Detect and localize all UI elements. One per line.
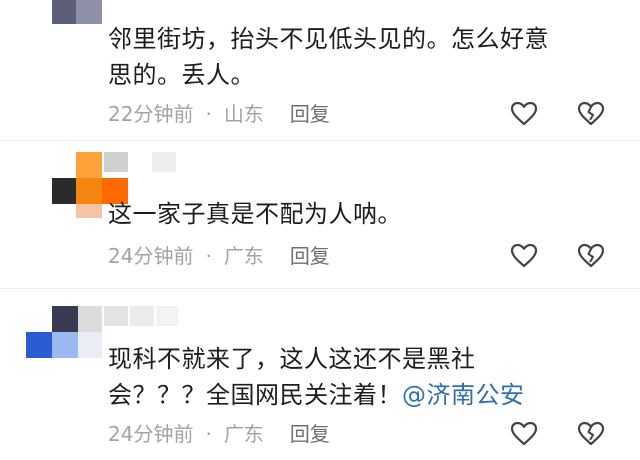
comment-meta: 24分钟前 · 广东 回复 (108, 242, 330, 270)
mention-link[interactable]: @济南公安 (402, 381, 525, 409)
avatar[interactable] (26, 0, 102, 40)
comment-time: 24分钟前 (108, 422, 194, 446)
comment-location: 广东 (223, 422, 264, 446)
comment-text-line: 邻里街坊，抬头不见低头见的。怎么好意 (108, 25, 549, 53)
comment-list: 邻里街坊，抬头不见低头见的。怎么好意 思的。丢人。 22分钟前 · 山东 回复 这 (0, 0, 640, 460)
comment-item: 这一家子真是不配为人呐。 24分钟前 · 广东 回复 (0, 140, 640, 280)
broken-heart-icon[interactable] (576, 420, 606, 448)
comment-location: 山东 (223, 102, 264, 126)
comment-location: 广东 (223, 244, 264, 268)
comment-text-line: 这一家子真是不配为人呐。 (108, 200, 402, 228)
separator-dot: · (205, 102, 212, 126)
comment-text-segment: 会？？？全国网民关注着！ (108, 381, 402, 409)
reply-button[interactable]: 回复 (290, 242, 330, 270)
comment-meta: 22分钟前 · 山东 回复 (108, 100, 330, 128)
separator-dot: · (205, 422, 212, 446)
heart-outline-icon[interactable] (509, 420, 539, 448)
comment-item: 现科不就来了，这人这还不是黑社 会？？？全国网民关注着！@济南公安 24分钟前 ·… (0, 288, 640, 460)
reply-button[interactable]: 回复 (290, 420, 330, 448)
comment-text-line: 思的。丢人。 (108, 61, 255, 89)
heart-outline-icon[interactable] (509, 100, 539, 128)
heart-outline-icon[interactable] (509, 242, 539, 270)
broken-heart-icon[interactable] (576, 242, 606, 270)
reply-button[interactable]: 回复 (290, 100, 330, 128)
comment-text: 邻里街坊，抬头不见低头见的。怎么好意 思的。丢人。 (108, 21, 608, 93)
comment-text-line: 会？？？全国网民关注着！@济南公安 (108, 377, 608, 413)
avatar[interactable] (26, 306, 102, 364)
comment-time: 22分钟前 (108, 102, 194, 126)
comment-text: 这一家子真是不配为人呐。 (108, 196, 608, 232)
avatar[interactable] (26, 152, 128, 218)
comment-text-line: 现科不就来了，这人这还不是黑社 (108, 345, 476, 373)
broken-heart-icon[interactable] (576, 100, 606, 128)
comment-time: 24分钟前 (108, 244, 194, 268)
comment-item: 邻里街坊，抬头不见低头见的。怎么好意 思的。丢人。 22分钟前 · 山东 回复 (0, 0, 640, 140)
separator-dot: · (205, 244, 212, 268)
comment-meta: 24分钟前 · 广东 回复 (108, 420, 330, 448)
comment-text: 现科不就来了，这人这还不是黑社 会？？？全国网民关注着！@济南公安 (108, 341, 608, 413)
